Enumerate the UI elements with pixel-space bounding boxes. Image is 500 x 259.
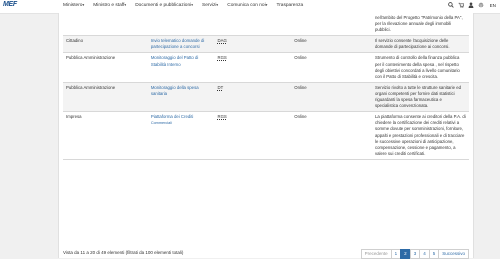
caret-down-icon: ▾ (191, 3, 194, 7)
cell-description: nell'ambito del Progetto "Patrimonio del… (372, 13, 469, 37)
caret-down-icon: ▾ (216, 3, 219, 7)
cell-mode: Online (291, 52, 373, 83)
cell-mode: Online (291, 35, 373, 54)
nav-label: Documenti e pubblicazioni (135, 3, 192, 8)
cell-dept (214, 13, 292, 37)
service-link[interactable]: Monitoraggio del Patto di Stabilità Inte… (151, 55, 199, 66)
service-link[interactable]: Invio telematico domande di partecipazio… (151, 38, 205, 49)
nav-label: Comunica con noi (227, 3, 266, 8)
cell-description: La piattaforma consente ai creditori del… (372, 111, 469, 160)
nav-item-comunica[interactable]: Comunica con noi▾ (227, 3, 267, 8)
cell-description: Il servizio consente l'acquisizione dell… (372, 35, 469, 54)
logo-text: MEF (3, 1, 17, 8)
service-sublabel: Commerciali (150, 121, 172, 126)
table-row: nell'ambito del Progetto "Patrimonio del… (63, 13, 469, 37)
search-icon[interactable] (448, 2, 454, 9)
cell-service: Monitoraggio della spesa sanitaria (147, 82, 215, 113)
cell-mode: Online (291, 111, 373, 160)
table-row: Impresa Piattaforma dei Crediti Commercia… (63, 111, 469, 160)
service-link[interactable]: Piattaforma dei Crediti (151, 114, 194, 119)
header-icons (448, 2, 484, 9)
nav-label: Trasparenza (276, 3, 304, 8)
table-row: Pubblica Amministrazione Monitoraggio de… (63, 82, 469, 113)
table-row: Pubblica Amministrazione Monitoraggio de… (63, 52, 469, 83)
cell-description: Strumento di controllo della finanza pub… (372, 52, 469, 83)
dept-abbr: DT (217, 84, 224, 90)
cell-service: Monitoraggio del Patto di Stabilità Inte… (147, 52, 215, 83)
cell-recipient: Cittadino (63, 35, 148, 54)
dept-abbr: DAG (217, 38, 227, 44)
nav-label: Ministero (63, 3, 83, 8)
caret-down-icon: ▾ (82, 3, 85, 7)
table-info: Vista da 11 a 20 di 49 elementi (filtrat… (63, 250, 184, 255)
cell-dept: DT (214, 82, 292, 113)
nav-label: Servizi (202, 3, 217, 8)
mef-logo[interactable]: MEF (3, 1, 17, 8)
top-navbar: MEF Ministero▾ Ministro e staff▾ Documen… (0, 0, 500, 14)
services-panel: nell'ambito del Progetto "Patrimonio del… (58, 13, 474, 259)
cell-recipient (63, 13, 148, 37)
nav-item-ministero[interactable]: Ministero▾ (63, 3, 84, 8)
settings-icon[interactable] (478, 2, 484, 9)
nav-label: Ministro e staff (93, 3, 125, 8)
caret-down-icon: ▾ (124, 3, 127, 7)
nav-item-documenti[interactable]: Documenti e pubblicazioni▾ (135, 3, 193, 8)
cell-service (147, 13, 215, 37)
cell-service: Invio telematico domande di partecipazio… (147, 35, 215, 54)
user-icon[interactable] (468, 2, 474, 9)
cell-recipient: Pubblica Amministrazione (63, 52, 148, 83)
cell-recipient: Pubblica Amministrazione (63, 82, 148, 113)
cell-description: Servizio rivolto a tutte le strutture sa… (372, 82, 469, 113)
nav-item-trasparenza[interactable]: Trasparenza (276, 3, 303, 8)
caret-down-icon: ▾ (265, 3, 268, 7)
cell-dept: DAG (214, 35, 292, 54)
dept-abbr: RGS (217, 55, 227, 61)
cell-dept: RGS (214, 52, 292, 83)
nav-item-servizi[interactable]: Servizi▾ (202, 3, 218, 8)
services-table: nell'ambito del Progetto "Patrimonio del… (63, 13, 469, 160)
service-link[interactable]: Monitoraggio della spesa sanitaria (151, 85, 199, 96)
cell-mode (291, 13, 373, 37)
table-row: Cittadino Invio telematico domande di pa… (63, 35, 469, 54)
nav-item-ministro-staff[interactable]: Ministro e staff▾ (93, 3, 126, 8)
language-switch[interactable]: EN (490, 3, 496, 8)
cell-recipient: Impresa (63, 111, 148, 160)
cell-dept: RGS (214, 111, 292, 160)
cart-icon[interactable] (458, 2, 465, 9)
main-nav: Ministero▾ Ministro e staff▾ Documenti e… (63, 3, 303, 8)
cell-mode: Online (291, 82, 373, 113)
cell-service: Piattaforma dei Crediti Commerciali (147, 111, 215, 160)
dept-abbr: RGS (217, 114, 227, 120)
